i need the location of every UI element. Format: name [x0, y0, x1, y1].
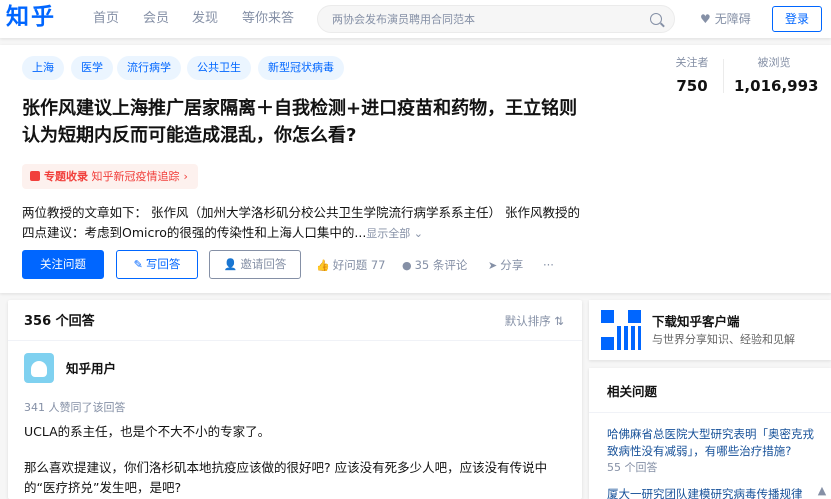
download-app-card[interactable]: 下载知乎客户端 与世界分享知识、经验和见解 — [589, 300, 831, 360]
related-question-link[interactable]: 厦大一研究团队建模研究病毒传播规律 — [607, 486, 819, 499]
comment-icon: ● — [402, 259, 412, 272]
answer-list: 356 个回答 默认排序 ⇅ 知乎用户 341 人赞同了该回答 UCLA的系主任… — [8, 300, 582, 499]
nav-discover[interactable]: 发现 — [192, 10, 218, 28]
chevron-down-icon: ⌄ — [413, 227, 424, 240]
search-input[interactable]: 两协会发布演员聘用合同范本 — [317, 5, 675, 33]
followers-value: 750 — [676, 77, 708, 95]
sort-dropdown[interactable]: 默认排序 ⇅ — [505, 313, 564, 329]
question-header: 上海 医学 流行病学 公共卫生 新型冠状病毒 关注者 750 被浏览 1,016… — [0, 45, 831, 293]
nav-waiting-answers[interactable]: 等你来答 — [242, 10, 294, 28]
heart-icon: ♥ — [700, 12, 711, 26]
share-button[interactable]: ➤ 分享 — [488, 257, 523, 274]
stat-divider — [723, 59, 724, 93]
sort-label: 默认排序 — [504, 314, 551, 328]
divider — [8, 340, 582, 341]
back-to-top-icon[interactable]: ▲ — [815, 484, 829, 498]
topic-tag[interactable]: 公共卫生 — [187, 56, 251, 80]
download-subtitle: 与世界分享知识、经验和见解 — [652, 333, 795, 346]
comments-button[interactable]: ● 35 条评论 — [402, 257, 467, 274]
related-question-link[interactable]: 哈佛麻省总医院大型研究表明「奥密克戎致病性没有减弱」，有哪些治疗措施? — [607, 426, 819, 460]
user-plus-icon: 👤 — [223, 258, 238, 271]
write-answer-button[interactable]: ✎ 写回答 — [116, 250, 198, 279]
qr-code-icon — [601, 310, 641, 350]
pen-icon: ✎ — [133, 258, 143, 271]
collection-name: 知乎新冠疫情追踪 — [91, 170, 180, 183]
related-questions-card: 相关问题 哈佛麻省总医院大型研究表明「奥密克戎致病性没有减弱」，有哪些治疗措施?… — [589, 368, 831, 499]
avatar[interactable] — [24, 353, 54, 383]
topic-tag[interactable]: 医学 — [71, 56, 113, 80]
views-stat: 被浏览 1,016,993 — [734, 55, 819, 96]
answer-count: 356 个回答 — [24, 314, 95, 329]
followers-label: 关注者 — [675, 56, 709, 69]
sort-icon: ⇅ — [554, 314, 564, 328]
good-question-label: 好问题 77 — [332, 258, 386, 272]
comments-label: 35 条评论 — [414, 258, 468, 272]
question-title: 张作风建议上海推广居家隔离＋自我检测+进口疫苗和药物，王立铭则认为短期内反而可能… — [22, 98, 578, 146]
author-name[interactable]: 知乎用户 — [66, 360, 116, 377]
views-label: 被浏览 — [757, 56, 791, 69]
nav-home[interactable]: 首页 — [93, 10, 119, 28]
zhihu-logo[interactable]: 知乎 — [6, 3, 56, 31]
top-navbar: 知乎 首页 会员 发现 等你来答 两协会发布演员聘用合同范本 ♥ 无障碍 登录 — [0, 0, 831, 38]
good-question-button[interactable]: 👍 好问题 77 — [316, 257, 386, 274]
show-all-link[interactable]: 显示全部 ⌄ — [366, 227, 423, 240]
more-button[interactable]: ··· — [543, 257, 554, 273]
related-title: 相关问题 — [607, 384, 658, 399]
accessibility-label: 无障碍 — [714, 12, 751, 26]
follow-question-button[interactable]: 关注问题 — [22, 250, 104, 279]
answer-paragraph: UCLA的系主任，也是个不大不小的专家了。 — [24, 424, 271, 439]
excerpt-text: 两位教授的文章如下： 张作风（加州大学洛杉矶分校公共卫生学院流行病学系系主任） … — [22, 205, 580, 240]
search-icon[interactable] — [650, 13, 662, 25]
followers-stat[interactable]: 关注者 750 — [667, 55, 717, 96]
related-answer-count: 55 个回答 — [607, 461, 658, 474]
share-label: 分享 — [500, 258, 524, 272]
login-button[interactable]: 登录 — [772, 6, 822, 32]
collection-label: 专题收录 — [44, 170, 88, 183]
collection-icon — [30, 171, 40, 181]
search-placeholder: 两协会发布演员聘用合同范本 — [332, 13, 475, 26]
nav-membership[interactable]: 会员 — [143, 10, 169, 28]
topic-tag[interactable]: 上海 — [22, 56, 64, 80]
invite-answer-button[interactable]: 👤 邀请回答 — [209, 250, 301, 279]
show-all-label: 显示全部 — [366, 227, 411, 240]
topic-tag[interactable]: 新型冠状病毒 — [258, 56, 344, 80]
invite-answer-label: 邀请回答 — [240, 257, 287, 271]
upvote-note: 341 人赞同了该回答 — [24, 401, 126, 414]
views-value: 1,016,993 — [734, 77, 819, 95]
topic-collection-badge[interactable]: 专题收录 知乎新冠疫情追踪 › — [22, 164, 198, 189]
share-icon: ➤ — [488, 259, 498, 272]
thumbs-up-icon: 👍 — [316, 259, 330, 272]
question-excerpt: 两位教授的文章如下： 张作风（加州大学洛杉矶分校公共卫生学院流行病学系系主任） … — [22, 203, 582, 244]
divider — [589, 412, 831, 413]
download-title: 下载知乎客户端 — [652, 314, 740, 329]
write-answer-label: 写回答 — [145, 257, 181, 271]
accessibility-button[interactable]: ♥ 无障碍 — [700, 11, 751, 27]
answer-paragraph: 那么喜欢提建议，你们洛杉矶本地抗疫应该做的很好吧? 应该没有死多少人吧，应该没有… — [24, 460, 548, 495]
topic-tag[interactable]: 流行病学 — [117, 56, 181, 80]
chevron-right-icon: › — [183, 170, 188, 183]
